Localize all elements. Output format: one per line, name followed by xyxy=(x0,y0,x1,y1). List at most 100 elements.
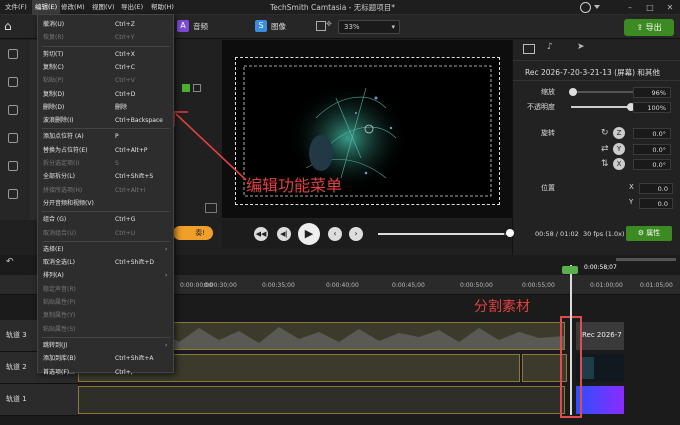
sidebar-item-library[interactable] xyxy=(0,68,30,96)
split-clip-audio[interactable]: Rec 2026-7 xyxy=(576,322,624,350)
timeline-zoom-slider[interactable] xyxy=(616,258,676,261)
cursor-properties-icon[interactable]: ➤ xyxy=(577,42,585,52)
edit-menu-item[interactable]: 剪切(T) Ctrl+X xyxy=(38,48,173,61)
edit-menu-item[interactable]: 删除(D) 删除 xyxy=(38,101,173,114)
sidebar-item-annotations[interactable] xyxy=(0,96,30,124)
tab-image[interactable]: 图像 xyxy=(271,18,286,36)
opacity-slider[interactable] xyxy=(571,106,633,108)
export-label: 导出 xyxy=(645,23,662,32)
menu-export[interactable]: 导出(E) xyxy=(118,0,146,15)
properties-button[interactable]: ⚙ 属性 xyxy=(626,226,672,241)
rotation-z-value[interactable]: 0.0° xyxy=(633,128,671,139)
edit-menu-item[interactable]: 添加点位符 (A) P xyxy=(38,130,173,143)
rotation-x-value[interactable]: 0.0° xyxy=(633,159,671,170)
annotation-icon xyxy=(8,105,18,115)
menu-item-shortcut: Ctrl+Shift+D xyxy=(115,259,154,267)
visual-properties-icon[interactable] xyxy=(523,44,535,54)
tab-audio[interactable]: 音频 xyxy=(193,18,208,36)
playhead[interactable] xyxy=(570,265,572,415)
list-view-icon[interactable] xyxy=(193,84,201,92)
sidebar-item-media[interactable] xyxy=(0,40,30,68)
scale-value[interactable]: 96% xyxy=(633,87,671,98)
home-icon[interactable]: ⌂ xyxy=(4,19,18,33)
scale-slider[interactable] xyxy=(571,91,633,93)
sidebar-item-behaviors[interactable] xyxy=(0,152,30,180)
track-1-clip[interactable] xyxy=(78,386,565,414)
account-icon[interactable] xyxy=(580,2,591,13)
pan-icon[interactable]: ✥ xyxy=(326,20,332,28)
menu-item-shortcut: Ctrl+C xyxy=(115,63,135,71)
minimize-icon[interactable]: – xyxy=(620,0,640,15)
maximize-icon[interactable]: □ xyxy=(640,0,660,15)
hint-badge[interactable]: 奏! xyxy=(173,226,213,240)
menu-item-shortcut: P xyxy=(115,133,119,141)
menu-item-label: 拆分选定项(I) xyxy=(43,160,80,167)
menu-item-label: 粘贴属性(P) xyxy=(43,299,76,306)
scrubber-thumb[interactable] xyxy=(506,229,514,237)
menu-help[interactable]: 帮助(H) xyxy=(148,0,177,15)
export-button[interactable]: ⇪ 导出 xyxy=(624,19,674,36)
edit-menu-item[interactable]: 首选项(F)... Ctrl+, xyxy=(38,366,173,379)
menu-item-shortcut: Ctrl+X xyxy=(115,50,135,58)
edit-menu-item[interactable]: 分开音频和视频(V) xyxy=(38,197,173,210)
edit-menu-item[interactable]: 选择(E) › xyxy=(38,243,173,256)
ruler-tick: 0:00:35;00 xyxy=(262,282,295,289)
chevron-down-icon: ▾ xyxy=(391,23,395,31)
step-back-icon[interactable]: ◀◀ xyxy=(254,227,268,241)
animation-icon xyxy=(8,189,18,199)
edit-menu-item[interactable]: 跳转到(J) › xyxy=(38,339,173,352)
close-icon[interactable]: ✕ xyxy=(660,0,680,15)
rotation-z-axis[interactable]: Z xyxy=(613,127,625,139)
position-x-axis: X xyxy=(629,183,634,191)
crop-icon[interactable] xyxy=(316,21,326,31)
edit-menu-item[interactable]: 全部拆分(L) Ctrl+Shift+S xyxy=(38,170,173,183)
menu-item-label: 稳定声音(R) xyxy=(43,285,76,293)
undo-icon[interactable]: ↶ xyxy=(6,257,14,267)
playhead-handle[interactable] xyxy=(562,266,578,274)
menu-item-shortcut: Ctrl+Shift+S xyxy=(115,173,154,181)
edit-menu-item[interactable]: 取消全选(L) Ctrl+Shift+D xyxy=(38,256,173,269)
split-clip-video[interactable] xyxy=(576,354,624,382)
properties-panel: ♪ ➤ Rec 2026-7-20-3-21-13 (屏幕) 和其他 缩放 96… xyxy=(512,40,680,255)
menu-modify[interactable]: 修改(M) xyxy=(58,0,88,15)
rotation-y-value[interactable]: 0.0° xyxy=(633,144,671,155)
upload-icon: ⇪ xyxy=(636,23,646,32)
rewind-icon[interactable]: ◀| xyxy=(277,227,291,241)
menu-edit[interactable]: 编辑(E) xyxy=(32,0,61,15)
account-dropdown-icon[interactable] xyxy=(594,5,600,9)
menu-item-shortcut: Ctrl+, xyxy=(115,368,133,376)
rotation-x-axis[interactable]: X xyxy=(613,158,625,170)
menu-item-label: 复制属性(Y) xyxy=(43,312,76,320)
track-1-header[interactable]: 轨道 1 xyxy=(0,384,78,416)
edit-menu-item[interactable]: 添加到库(B) Ctrl+Shift+A xyxy=(38,352,173,365)
menu-item-shortcut: Ctrl+D xyxy=(115,90,136,98)
position-x-value[interactable]: 0.0 xyxy=(639,183,673,194)
menu-separator xyxy=(42,336,170,338)
edit-menu-item[interactable]: 复制(C) Ctrl+C xyxy=(38,61,173,74)
grid-icon[interactable] xyxy=(205,203,217,213)
edit-menu-item[interactable]: 波浪删除(I) Ctrl+Backspace xyxy=(38,114,173,127)
split-clip-track1[interactable] xyxy=(576,386,624,414)
next-icon[interactable]: › xyxy=(349,227,363,241)
rotation-y-axis[interactable]: Y xyxy=(613,143,625,155)
edit-menu-item[interactable]: 组合 (G) Ctrl+G xyxy=(38,213,173,226)
prev-icon[interactable]: ‹ xyxy=(328,227,342,241)
edit-menu-item[interactable]: 复制(D) Ctrl+D xyxy=(38,88,173,101)
sidebar-item-animations[interactable] xyxy=(0,180,30,208)
play-icon[interactable]: ▶ xyxy=(298,223,320,245)
menu-view[interactable]: 视图(V) xyxy=(89,0,118,15)
menu-item-shortcut: Ctrl+V xyxy=(115,77,135,85)
edit-menu-item[interactable]: 撤消(U) Ctrl+Z xyxy=(38,18,173,31)
zoom-select[interactable]: 33% ▾ xyxy=(338,20,400,34)
position-y-value[interactable]: 0.0 xyxy=(639,198,673,209)
zoom-value: 33% xyxy=(344,23,360,31)
edit-menu-item[interactable]: 排列(A) › xyxy=(38,269,173,282)
menu-file[interactable]: 文件(F) xyxy=(2,0,30,15)
audio-properties-icon[interactable]: ♪ xyxy=(547,42,553,52)
sidebar-item-transitions[interactable] xyxy=(0,124,30,152)
edit-menu-item[interactable]: 替换为占位符(E) Ctrl+Alt+P xyxy=(38,144,173,157)
scale-slider-thumb[interactable] xyxy=(569,88,577,96)
ruler-tick: 0:00:55;00 xyxy=(522,282,555,289)
grid-view-icon[interactable] xyxy=(182,84,190,92)
opacity-value[interactable]: 100% xyxy=(633,102,671,113)
